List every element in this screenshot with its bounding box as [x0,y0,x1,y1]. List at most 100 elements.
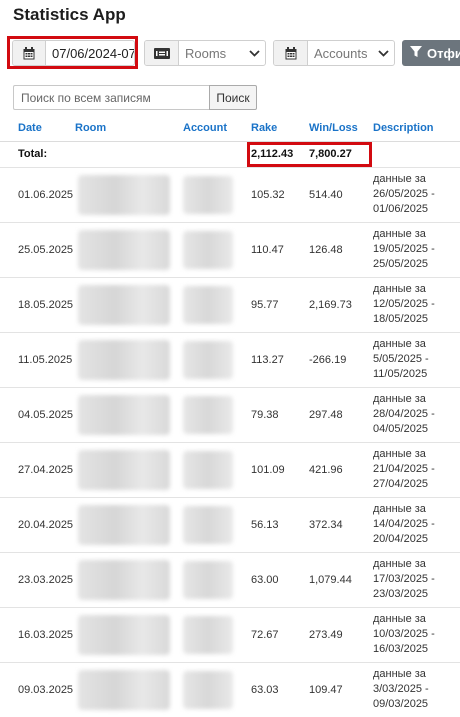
room-cell [71,496,179,552]
desc-line: 14/04/2025 - [373,518,435,530]
accounts-select[interactable]: Accounts [273,40,395,66]
column-header-room[interactable]: Room [71,116,179,142]
row-rake: 105.32 [247,166,305,222]
room-cell [71,331,179,387]
desc-line: 16/03/2025 [373,643,429,655]
blurred-account-name [183,615,233,654]
row-winloss: 372.34 [305,496,369,552]
desc-line: данные за [373,283,426,295]
row-date: 09.03.2025 [0,661,73,717]
blurred-room-name [78,614,170,655]
blurred-room-name [78,229,170,270]
row-date: 27.04.2025 [0,441,73,497]
row-date: 18.05.2025 [0,276,73,332]
rooms-select[interactable]: Rooms [144,40,266,66]
desc-line: данные за [373,338,426,350]
row-winloss: 273.49 [305,606,369,662]
desc-line: 17/03/2025 - [373,573,435,585]
total-rake: 2,112.43 [247,140,305,167]
column-header-rake[interactable]: Rake [247,116,305,142]
row-description: данные за 14/04/2025 - 20/04/2025 [369,496,460,552]
row-description: данные за 26/05/2025 - 01/06/2025 [369,166,460,222]
row-rake: 79.38 [247,386,305,442]
row-description: данные за 21/04/2025 - 27/04/2025 [369,441,460,497]
search-input[interactable]: Поиск по всем записям [13,85,209,110]
desc-line: 18/05/2025 [373,313,429,325]
row-description: данные за 12/05/2025 - 18/05/2025 [369,276,460,332]
account-cell [179,221,247,277]
row-date: 11.05.2025 [0,331,72,387]
blurred-account-name [183,285,233,324]
room-cell [71,441,179,497]
desc-line: данные за [373,173,426,185]
blurred-account-name [183,505,233,544]
row-rake: 56.13 [247,496,305,552]
column-header-account[interactable]: Account [179,116,247,142]
search-button[interactable]: Поиск [209,85,257,110]
account-cell [179,386,247,442]
row-winloss: 109.47 [305,661,369,717]
row-winloss: 126.48 [305,221,369,277]
desc-line: данные за [373,448,426,460]
row-description: данные за 17/03/2025 - 23/03/2025 [369,551,460,607]
desc-line: 12/05/2025 - [373,298,435,310]
row-date: 23.03.2025 [0,551,73,607]
account-cell [179,551,247,607]
desc-line: 25/05/2025 [373,258,429,270]
blurred-room-name [78,504,170,545]
total-row: Total: 2,112.43 7,800.27 [0,140,460,167]
row-winloss: -266.19 [305,331,369,387]
row-rake: 63.00 [247,551,305,607]
blurred-room-name [78,449,170,490]
chevron-down-icon [243,41,265,65]
row-rake: 72.67 [247,606,305,662]
blurred-room-name [78,339,170,380]
desc-line: 20/04/2025 [373,533,429,545]
date-range-picker[interactable]: 07/06/2024-07 [12,40,135,66]
blurred-room-name [78,174,170,215]
blurred-account-name [183,560,233,599]
desc-line: данные за [373,558,426,570]
table-header-row: Date Room Account Rake Win/Loss Descript… [0,116,460,142]
date-range-value: 07/06/2024-07 [52,45,134,61]
chevron-down-icon [372,41,394,65]
blurred-account-name [183,175,233,214]
account-cell [179,441,247,497]
desc-line: 5/05/2025 - [373,353,429,365]
desc-line: 23/03/2025 [373,588,429,600]
column-header-winloss[interactable]: Win/Loss [305,116,369,142]
room-cell [71,606,179,662]
row-rake: 110.47 [247,221,305,277]
row-winloss: 1,079.44 [305,551,369,607]
app-title: Statistics App [13,5,126,24]
rooms-placeholder: Rooms [185,45,227,61]
calendar-icon [13,41,46,65]
desc-line: 19/05/2025 - [373,243,435,255]
table-row: 25.05.2025 110.47 126.48 данные за 19/05/202… [0,221,460,277]
account-cell [179,606,247,662]
blurred-room-name [78,394,170,435]
table-row: 01.06.2025 105.32 514.40 данные за 26/05/202… [0,166,460,222]
desc-line: 04/05/2025 [373,423,429,435]
row-description: данные за 3/03/2025 -09/03/2025 [369,661,460,717]
filter-button[interactable]: Отфил [402,40,460,66]
row-winloss: 2,169.73 [305,276,369,332]
account-cell [179,331,247,387]
row-rake: 63.03 [247,661,305,717]
desc-line: 26/05/2025 - [373,188,435,200]
account-cell [179,276,247,332]
blurred-room-name [78,284,170,325]
blurred-account-name [183,450,233,489]
account-cell [179,661,247,717]
desc-line: 28/04/2025 - [373,408,435,420]
account-cell [179,496,247,552]
row-date: 20.04.2025 [0,496,73,552]
room-cell [71,386,179,442]
blurred-account-name [183,395,233,434]
row-date: 16.03.2025 [0,606,73,662]
row-date: 01.06.2025 [0,166,73,222]
blurred-room-name [78,559,170,600]
column-header-date[interactable]: Date [0,116,71,142]
blurred-room-name [78,669,170,710]
column-header-description[interactable]: Description [369,116,460,142]
